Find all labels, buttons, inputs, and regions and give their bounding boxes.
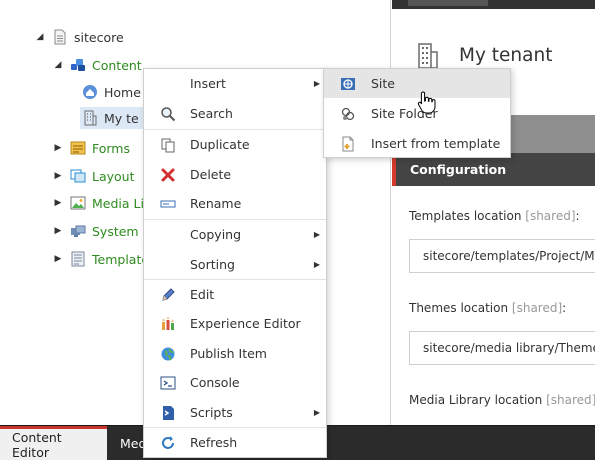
duplicate-icon: [159, 136, 177, 154]
search-icon: [159, 105, 177, 123]
tree-item-label: My te: [104, 110, 139, 126]
context-menu: Insert ▶ Search Duplicate Delete Rename …: [143, 68, 327, 458]
menu-item-duplicate[interactable]: Duplicate: [144, 130, 326, 159]
menu-item-publish-item[interactable]: Publish Item: [144, 339, 326, 368]
scripts-icon: [159, 404, 177, 422]
layout-icon: [70, 168, 86, 184]
editor-top-strip: [392, 0, 595, 9]
refresh-icon: [159, 434, 177, 452]
expand-toggle-icon[interactable]: ▶: [52, 225, 64, 237]
submenu-arrow-icon: ▶: [313, 79, 320, 88]
menu-item-console[interactable]: Console: [144, 368, 326, 397]
tree-item-label: Content: [92, 57, 142, 73]
tree-item-label: Forms: [92, 140, 131, 156]
taskbar-tab-content-editor[interactable]: Content Editor: [0, 426, 107, 460]
home-icon: [82, 84, 98, 100]
console-icon: [159, 374, 177, 392]
site-folder-icon: [339, 105, 357, 123]
tree-item-label: Layout: [92, 168, 135, 184]
menu-item-experience-editor[interactable]: Experience Editor: [144, 309, 326, 338]
content-icon: [70, 57, 86, 73]
media-library-icon: [70, 195, 86, 211]
section-title: Configuration: [410, 162, 507, 177]
menu-item-scripts[interactable]: Scripts ▶: [144, 398, 326, 427]
rename-icon: [159, 195, 177, 213]
experience-editor-icon: [159, 315, 177, 333]
tree-item-templates[interactable]: ▶ Template: [52, 248, 149, 270]
tree-item-label: Home: [104, 84, 141, 100]
menu-item-refresh[interactable]: Refresh: [144, 428, 326, 457]
collapse-toggle-icon[interactable]: ◢: [34, 31, 46, 43]
site-icon: [339, 75, 357, 93]
item-title: My tenant: [459, 45, 553, 66]
tree-item-label: Template: [92, 251, 150, 267]
submenu-arrow-icon: ▶: [313, 260, 320, 269]
menu-item-delete[interactable]: Delete: [144, 160, 326, 189]
submenu-item-insert-from-template[interactable]: Insert from template: [324, 129, 510, 158]
edit-icon: [159, 286, 177, 304]
field-label-media-library-location: Media Library location [shared]: [409, 393, 595, 407]
expand-toggle-icon[interactable]: ▶: [52, 170, 64, 182]
themes-location-input[interactable]: sitecore/media library/Theme: [409, 331, 595, 365]
forms-icon: [70, 140, 86, 156]
menu-item-insert[interactable]: Insert ▶: [144, 69, 326, 98]
tree-item-forms[interactable]: ▶ Forms: [52, 137, 130, 159]
editor-panel: My tenant Configuration Templates locati…: [392, 0, 595, 425]
insert-template-icon: [339, 135, 357, 153]
templates-icon: [70, 251, 86, 267]
tree-item-label: System: [92, 223, 139, 239]
tree-item-layout[interactable]: ▶ Layout: [52, 165, 135, 187]
expand-toggle-icon[interactable]: ▶: [52, 197, 64, 209]
tree-item-sitecore[interactable]: ◢ sitecore: [34, 26, 124, 48]
tenant-header-icon: [416, 42, 440, 70]
expand-toggle-icon[interactable]: ▶: [52, 253, 64, 265]
tree-item-content[interactable]: ◢ Content: [52, 54, 142, 76]
menu-item-sorting[interactable]: Sorting ▶: [144, 250, 326, 279]
expand-toggle-icon[interactable]: ▶: [52, 142, 64, 154]
tree-item-system[interactable]: ▶ System: [52, 220, 139, 242]
publish-icon: [159, 345, 177, 363]
collapse-toggle-icon[interactable]: ◢: [52, 59, 64, 71]
templates-location-input[interactable]: sitecore/templates/Project/M: [409, 239, 595, 273]
field-label-themes-location: Themes location [shared]:: [409, 301, 567, 315]
tree-item-my-tenant[interactable]: My te: [80, 107, 146, 129]
menu-item-search[interactable]: Search: [144, 99, 326, 128]
field-label-templates-location: Templates location [shared]:: [409, 209, 580, 223]
tree-item-home[interactable]: Home: [82, 81, 141, 103]
sitecore-icon: [52, 29, 68, 45]
submenu-arrow-icon: ▶: [313, 230, 320, 239]
menu-item-edit[interactable]: Edit: [144, 280, 326, 309]
content-editor-window: ◢ sitecore ◢ Content Home My te ▶ Forms …: [0, 0, 595, 460]
submenu-arrow-icon: ▶: [313, 408, 320, 417]
delete-icon: [159, 166, 177, 184]
tree-item-media-library[interactable]: ▶ Media Li: [52, 192, 144, 214]
tree-item-label: Media Li: [92, 195, 144, 211]
tree-item-label: sitecore: [74, 29, 124, 45]
system-icon: [70, 223, 86, 239]
tenant-icon: [82, 110, 98, 126]
menu-item-rename[interactable]: Rename: [144, 189, 326, 218]
hand-pointer-cursor-icon: [417, 90, 437, 114]
menu-item-copying[interactable]: Copying ▶: [144, 220, 326, 249]
